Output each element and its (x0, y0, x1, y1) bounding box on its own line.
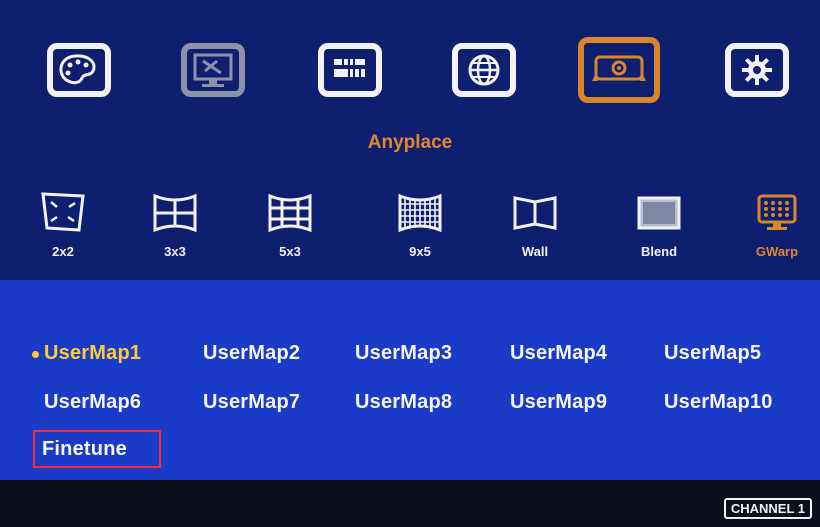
usermap-7[interactable]: UserMap7 (203, 391, 300, 414)
usermap-10[interactable]: UserMap10 (664, 391, 773, 414)
mode-label: 9x5 (409, 244, 431, 259)
palette-icon[interactable] (47, 43, 111, 97)
mode-label: GWarp (755, 244, 799, 259)
usermap-5[interactable]: UserMap5 (664, 342, 761, 365)
mode-5x3[interactable]: 5x3 (255, 188, 325, 259)
selection-dot-icon (32, 351, 39, 358)
mode-3x3[interactable]: 3x3 (140, 188, 210, 259)
mode-label: 5x3 (279, 244, 301, 259)
channel-badge: CHANNEL 1 (723, 498, 812, 519)
projector-icon[interactable] (578, 37, 660, 103)
gear-icon[interactable] (725, 43, 789, 97)
page-title: Anyplace (367, 132, 453, 153)
mode-wall[interactable]: Wall (500, 188, 570, 259)
monitor-settings-icon[interactable] (181, 43, 245, 97)
usermap-8[interactable]: UserMap8 (355, 391, 452, 414)
usermap-4[interactable]: UserMap4 (510, 342, 607, 365)
globe-icon[interactable] (452, 43, 516, 97)
blend-icon (637, 196, 681, 230)
usermap-2[interactable]: UserMap2 (203, 342, 300, 365)
mode-label: Wall (521, 244, 549, 259)
mode-2x2[interactable]: 2x2 (28, 188, 98, 259)
mode-label: 2x2 (52, 244, 74, 259)
usermap-9[interactable]: UserMap9 (510, 391, 607, 414)
mode-9x5[interactable]: 9x5 (385, 188, 455, 259)
corner-warp-icon (41, 192, 85, 232)
mode-label: 3x3 (164, 244, 186, 259)
mode-gwarp[interactable]: GWarp (742, 188, 812, 259)
curved-grid-icon (153, 193, 197, 233)
usermap-3[interactable]: UserMap3 (355, 342, 452, 365)
grid-warp-icon (757, 194, 797, 230)
corner-wall-icon (513, 196, 557, 230)
dense-grid-icon (398, 193, 442, 233)
curved-grid-icon (268, 193, 312, 233)
usermap-1[interactable]: UserMap1 (44, 342, 141, 365)
mode-blend[interactable]: Blend (624, 188, 694, 259)
usermap-6[interactable]: UserMap6 (44, 391, 141, 414)
mode-label: Blend (640, 244, 678, 259)
finetune-option[interactable]: Finetune (42, 438, 127, 461)
layout-bars-icon[interactable] (318, 43, 382, 97)
